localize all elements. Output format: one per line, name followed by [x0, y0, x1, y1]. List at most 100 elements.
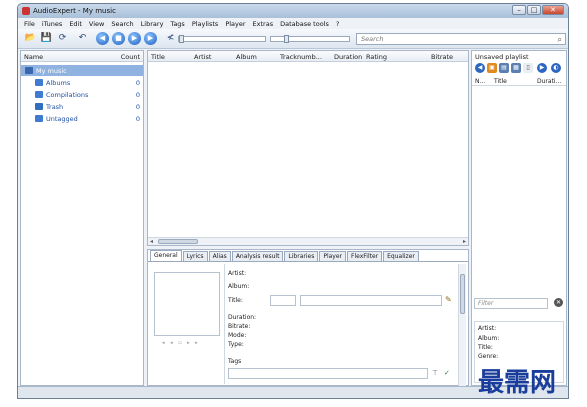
playlist-open-icon[interactable]: ▣: [487, 63, 497, 73]
filter-placeholder: Filter: [478, 300, 494, 307]
playlist-header: N... Title Durati...: [472, 76, 566, 86]
position-slider[interactable]: [178, 35, 266, 43]
tab-analysis-result[interactable]: Analysis result: [231, 251, 284, 261]
column-header-bitrate[interactable]: Bitrate: [431, 53, 453, 61]
menu-view[interactable]: View: [89, 20, 104, 28]
detail-vscroll[interactable]: [458, 264, 466, 386]
music-library-icon: [25, 67, 33, 74]
minimize-button[interactable]: –: [512, 5, 526, 15]
tab-lyrics[interactable]: Lyrics: [182, 251, 208, 261]
playlist-filter-input[interactable]: Filter: [474, 298, 548, 309]
playlist-title: Unsaved playlist: [475, 53, 529, 61]
vscroll-thumb[interactable]: [460, 274, 465, 314]
tab-player[interactable]: Player: [319, 251, 347, 261]
playlist-back-icon[interactable]: ◀: [475, 63, 485, 73]
tree-item-albums[interactable]: Albums 0: [21, 77, 143, 88]
tab-equalizer[interactable]: Equalizer: [383, 251, 419, 261]
tags-label: Tags: [228, 358, 242, 365]
tree-item-label: Untagged: [46, 115, 78, 123]
track-number-field[interactable]: [270, 295, 296, 306]
menu-extras[interactable]: Extras: [253, 20, 274, 28]
save-icon[interactable]: 💾: [40, 32, 53, 45]
next-icon[interactable]: ▶: [144, 32, 157, 45]
column-header-rating[interactable]: Rating: [366, 53, 387, 61]
back-icon[interactable]: ◀: [96, 32, 109, 45]
hscroll-thumb[interactable]: [158, 239, 198, 244]
share-icon[interactable]: ≮: [164, 32, 177, 45]
cover-art-box[interactable]: [154, 272, 220, 336]
trash-icon: [35, 103, 43, 110]
menu-itunes[interactable]: iTunes: [42, 20, 62, 28]
main-window: AudioExpert - My music – □ ✕ File iTunes…: [17, 3, 569, 399]
refresh-icon[interactable]: ⟳: [56, 32, 69, 45]
play-icon[interactable]: ▶: [128, 32, 141, 45]
maximize-button[interactable]: □: [527, 5, 541, 15]
tree-item-trash[interactable]: Trash 0: [21, 101, 143, 112]
tree-item-label: My music: [36, 67, 67, 75]
artist-label: Artist:: [228, 270, 247, 277]
bitrate-label: Bitrate:: [228, 323, 251, 330]
playlist-col-duration[interactable]: Durati...: [537, 78, 561, 85]
title-field[interactable]: [300, 295, 442, 306]
menu-player[interactable]: Player: [225, 20, 245, 28]
tree-item-untagged[interactable]: Untagged 0: [21, 113, 143, 124]
menu-database-tools[interactable]: Database tools: [280, 20, 329, 28]
tree-header-count: Count: [120, 53, 140, 61]
app-icon: [22, 7, 30, 15]
scroll-left-icon[interactable]: ◂: [150, 238, 153, 245]
column-header-title[interactable]: Title: [151, 53, 165, 61]
tab-flexfilter[interactable]: FlexFilter: [347, 251, 383, 261]
menu-library[interactable]: Library: [141, 20, 164, 28]
column-header-artist[interactable]: Artist: [194, 53, 211, 61]
menu-search[interactable]: Search: [111, 20, 133, 28]
tree-item-count: 0: [135, 103, 140, 111]
tree-item-label: Compilations: [46, 91, 89, 99]
position-knob[interactable]: [179, 35, 184, 43]
detail-divider: [224, 264, 225, 384]
search-icon[interactable]: ⌕: [558, 35, 562, 45]
volume-slider[interactable]: [270, 35, 350, 43]
playlist-panel: Unsaved playlist ◀ ▣ ▤ ▦ ▯ ▶ ◐ N... Titl…: [471, 50, 567, 386]
stop-icon[interactable]: ■: [112, 32, 125, 45]
playlist-play-icon[interactable]: ▶: [537, 63, 547, 73]
playlist-export-icon[interactable]: ▦: [511, 63, 521, 73]
menu-edit[interactable]: Edit: [69, 20, 82, 28]
playlist-blank-icon[interactable]: ▯: [523, 63, 533, 73]
tab-alias[interactable]: Alias: [208, 251, 231, 261]
tab-libraries[interactable]: Libraries: [284, 251, 319, 261]
tree-item-my-music[interactable]: My music: [21, 65, 143, 76]
track-table-panel: Title Artist Album Tracknumb... Duration…: [147, 50, 469, 246]
menu-tags[interactable]: Tags: [170, 20, 184, 28]
playlist-more-icon[interactable]: ◐: [551, 63, 561, 73]
column-header-duration[interactable]: Duration: [334, 53, 362, 61]
menu-file[interactable]: File: [24, 20, 35, 28]
volume-knob[interactable]: [283, 35, 289, 43]
playlist-col-title[interactable]: Title: [494, 78, 507, 85]
menu-playlists[interactable]: Playlists: [192, 20, 219, 28]
window-controls: – □ ✕: [512, 5, 564, 15]
search-placeholder: Search: [361, 35, 384, 43]
cover-art-nav-icons[interactable]: ◂ ◂ ▫ ▸ ▸: [162, 340, 200, 346]
playlist-info-artist: Artist:: [478, 325, 497, 332]
playlist-info-album: Album:: [478, 335, 500, 342]
playlist-save-icon[interactable]: ▤: [499, 63, 509, 73]
column-header-album[interactable]: Album: [236, 53, 257, 61]
column-header-tracknumber[interactable]: Tracknumb...: [280, 53, 322, 61]
add-folder-icon[interactable]: 📂: [24, 32, 37, 45]
scroll-right-icon[interactable]: ▸: [463, 238, 466, 245]
search-input[interactable]: Search ⌕: [356, 33, 566, 45]
clear-filter-icon[interactable]: ✕: [554, 298, 563, 307]
undo-icon[interactable]: ↶: [76, 32, 89, 45]
menu-help[interactable]: ?: [336, 20, 339, 28]
track-table-hscroll[interactable]: ◂ ▸: [148, 237, 468, 245]
tab-general[interactable]: General: [150, 250, 182, 261]
close-button[interactable]: ✕: [542, 5, 564, 15]
tree-item-label: Trash: [46, 103, 64, 111]
playlist-col-number[interactable]: N...: [475, 78, 485, 85]
edit-icon[interactable]: ✎: [445, 295, 452, 304]
untagged-icon: [35, 115, 43, 122]
tags-field[interactable]: [228, 368, 428, 379]
confirm-icon[interactable]: ✓: [444, 369, 450, 377]
tags-dropdown-icon[interactable]: ⊤: [432, 369, 438, 377]
tree-item-compilations[interactable]: Compilations 0: [21, 89, 143, 100]
